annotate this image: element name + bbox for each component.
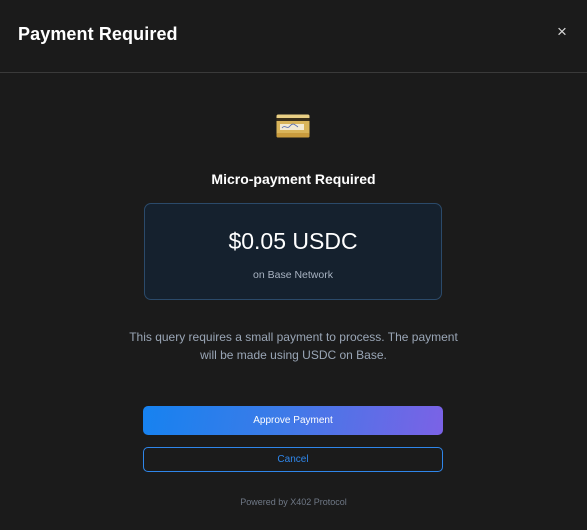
cancel-button[interactable]: Cancel [143, 447, 443, 472]
payment-subtitle: Micro-payment Required [211, 171, 376, 187]
credit-card-icon [276, 114, 310, 138]
payment-description: This query requires a small payment to p… [129, 330, 458, 362]
approve-payment-button[interactable]: Approve Payment [143, 406, 443, 435]
payment-modal: Payment Required × Micro-payment Require… [0, 0, 587, 530]
close-button[interactable]: × [555, 23, 569, 40]
network-label: on Base Network [253, 269, 333, 281]
modal-title: Payment Required [18, 24, 178, 44]
payment-amount: $0.05 USDC [228, 228, 358, 254]
amount-panel: $0.05 USDC on Base Network [144, 203, 442, 300]
powered-by-footer: Powered by X402 Protocol [240, 497, 347, 507]
modal-header: Payment Required × [0, 0, 587, 73]
